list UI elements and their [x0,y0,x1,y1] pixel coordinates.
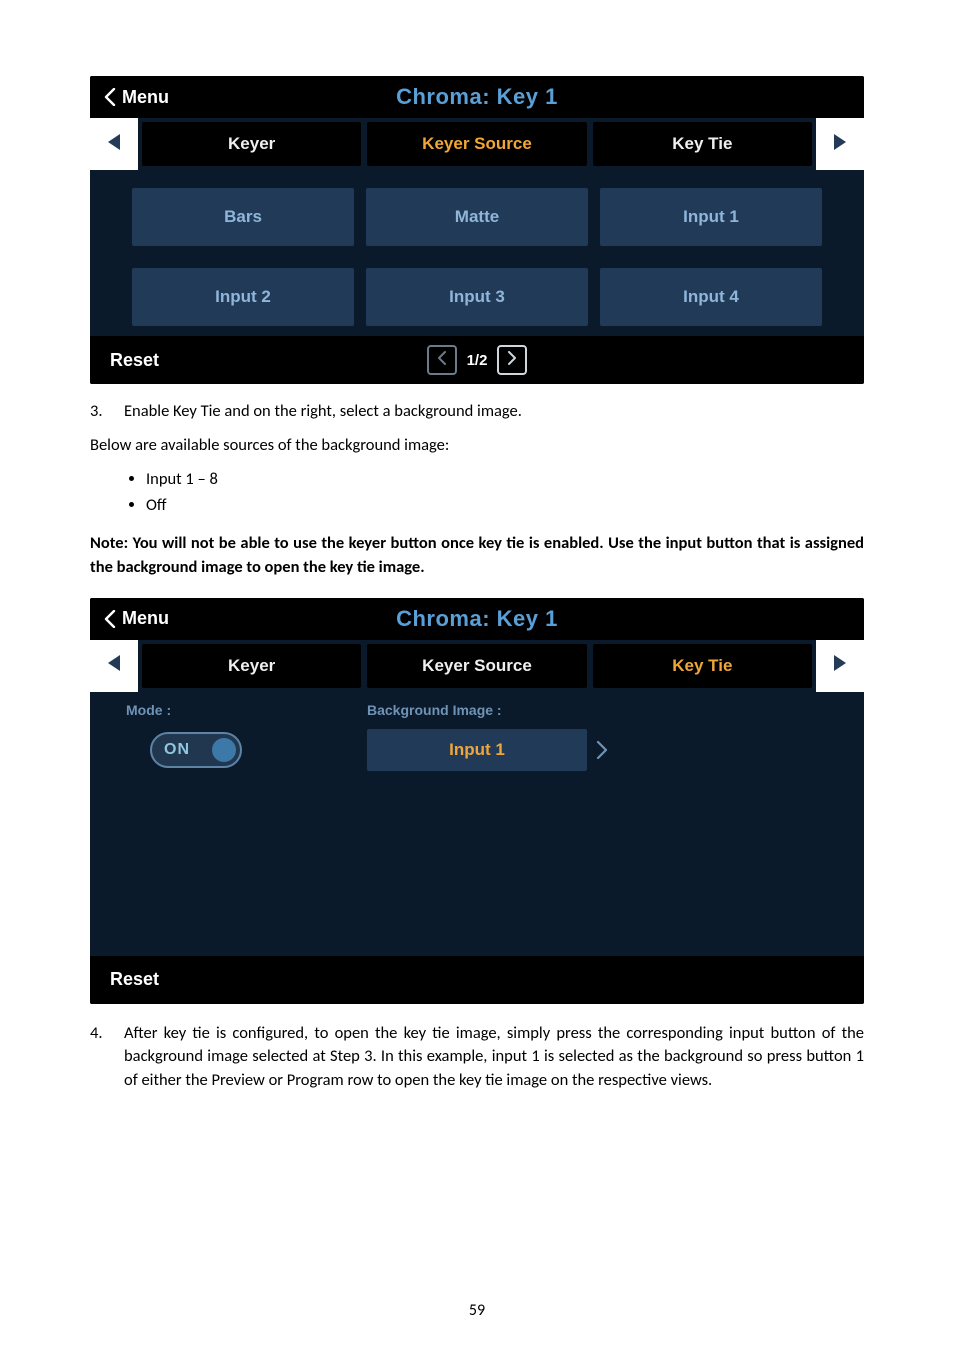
chevron-right-icon [507,351,517,370]
document-body: 4. After key tie is configured, to open … [90,1022,864,1094]
tabs-next-button[interactable] [816,118,864,170]
triangle-left-icon [105,653,123,678]
back-to-menu[interactable]: Menu [90,87,169,108]
mode-label: Mode : [126,702,327,718]
source-grid: Bars Matte Input 1 Input 2 Input 3 Input… [90,170,864,336]
paragraph: Below are available sources of the backg… [90,434,864,458]
source-bars[interactable]: Bars [132,188,354,246]
source-label: Matte [455,207,499,227]
source-input-4[interactable]: Input 4 [600,268,822,326]
pager-count: 1/2 [463,352,492,369]
source-input-1[interactable]: Input 1 [600,188,822,246]
source-label: Input 4 [683,287,739,307]
tab-keyer[interactable]: Keyer [142,122,361,166]
tabs-next-button[interactable] [816,640,864,692]
tabs-holder: Keyer Keyer Source Key Tie [138,640,816,692]
tab-keyer-source[interactable]: Keyer Source [367,122,586,166]
reset-label: Reset [110,969,159,989]
panel-title: Chroma: Key 1 [90,84,864,110]
chevron-left-icon [437,351,447,370]
background-label: Background Image : [367,702,587,718]
tab-label: Keyer [228,134,275,154]
step-number: 4. [90,1022,110,1094]
step-text: After key tie is configured, to open the… [124,1022,864,1094]
background-column: Background Image : Input 1 [367,702,587,772]
source-input-3[interactable]: Input 3 [366,268,588,326]
note-text: Note: You will not be able to use the ke… [90,532,864,580]
source-input-2[interactable]: Input 2 [132,268,354,326]
bullet-list: Input 1 – 8 Off [90,468,864,518]
source-label: Input 2 [215,287,271,307]
panel-title: Chroma: Key 1 [90,606,864,632]
panel-titlebar: Menu Chroma: Key 1 [90,598,864,640]
reset-label: Reset [110,350,159,370]
pager-next-button[interactable] [497,345,527,375]
tabs-prev-button[interactable] [90,118,138,170]
toggle-state-label: ON [164,741,190,759]
panel-footer: Reset [90,956,864,1004]
step-item: 3. Enable Key Tie and on the right, sele… [90,400,864,424]
step-text: Enable Key Tie and on the right, select … [124,400,522,424]
page-number: 59 [0,1301,954,1320]
tab-label: Key Tie [672,656,732,676]
source-matte[interactable]: Matte [366,188,588,246]
background-image-selector[interactable]: Input 1 [367,729,587,771]
source-row: Input 2 Input 3 Input 4 [132,268,822,326]
tab-label: Keyer [228,656,275,676]
back-to-menu[interactable]: Menu [90,608,169,629]
mode-column: Mode : ON [126,702,327,772]
menu-label: Menu [122,87,169,108]
step-number: 3. [90,400,110,424]
chevron-right-icon [591,729,613,771]
tab-keyer[interactable]: Keyer [142,644,361,688]
panel-titlebar: Menu Chroma: Key 1 [90,76,864,118]
mode-toggle[interactable]: ON [150,732,242,768]
document-body: 3. Enable Key Tie and on the right, sele… [90,400,864,580]
list-item: Off [146,494,864,518]
tabs-row: Keyer Keyer Source Key Tie [90,118,864,170]
list-item: Input 1 – 8 [146,468,864,492]
tabs-row: Keyer Keyer Source Key Tie [90,640,864,692]
panel-footer: Reset 1/2 [90,336,864,384]
tab-key-tie[interactable]: Key Tie [593,122,812,166]
background-image-value: Input 1 [449,740,505,760]
source-label: Input 3 [449,287,505,307]
reset-button[interactable]: Reset [90,969,159,990]
key-tie-body: Mode : ON Background Image : Input 1 [90,692,864,956]
chroma-key-panel-source: Menu Chroma: Key 1 Keyer Keyer Source Ke… [90,76,864,384]
step-item: 4. After key tie is configured, to open … [90,1022,864,1094]
triangle-left-icon [105,132,123,157]
tabs-prev-button[interactable] [90,640,138,692]
source-label: Bars [224,207,262,227]
source-label: Input 1 [683,207,739,227]
pager-prev-button[interactable] [427,345,457,375]
triangle-right-icon [831,653,849,678]
tab-key-tie[interactable]: Key Tie [593,644,812,688]
menu-label: Menu [122,608,169,629]
source-row: Bars Matte Input 1 [132,188,822,246]
tabs-holder: Keyer Keyer Source Key Tie [138,118,816,170]
pager: 1/2 [90,345,864,375]
chroma-key-panel-key-tie: Menu Chroma: Key 1 Keyer Keyer Source Ke… [90,598,864,1004]
tab-label: Keyer Source [422,134,532,154]
chevron-left-icon [104,610,116,628]
empty-column [627,702,828,772]
tab-keyer-source[interactable]: Keyer Source [367,644,586,688]
triangle-right-icon [831,132,849,157]
reset-button[interactable]: Reset [90,350,159,371]
tab-label: Key Tie [672,134,732,154]
tab-label: Keyer Source [422,656,532,676]
chevron-left-icon [104,88,116,106]
toggle-knob-icon [212,738,236,762]
